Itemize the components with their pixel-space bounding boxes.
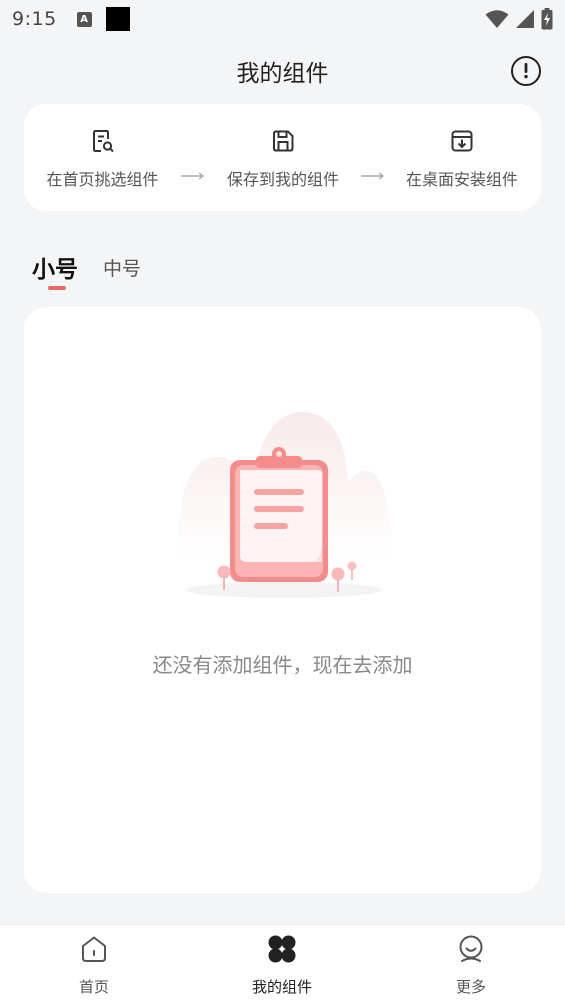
bottom-nav: 首页 我的组件 更多: [0, 924, 565, 1004]
save-icon: [273, 130, 294, 152]
step-label: 在桌面安装组件: [405, 170, 518, 189]
widgets-icon: [268, 935, 296, 963]
exclamation-icon: [524, 63, 528, 79]
wifi-icon: [485, 10, 509, 28]
arrow-right-icon: [181, 172, 205, 180]
step-save: 保存到我的组件: [223, 104, 343, 211]
active-tab-indicator: [48, 286, 66, 290]
battery-charging-icon: [541, 8, 553, 30]
status-time: 9:15: [12, 8, 57, 30]
header: 我的组件: [0, 46, 565, 96]
keyboard-a-icon: A: [76, 11, 92, 27]
empty-clipboard-illustration: [177, 412, 392, 598]
nav-item-my-widgets[interactable]: 我的组件: [222, 925, 342, 1004]
info-button[interactable]: [511, 56, 541, 86]
tab-medium[interactable]: 中号: [103, 254, 141, 281]
nav-label: 我的组件: [251, 978, 312, 996]
step-pick: 在首页挑选组件: [44, 104, 161, 211]
status-icons: [485, 8, 553, 30]
step-label: 保存到我的组件: [226, 170, 339, 189]
steps-card: 在首页挑选组件 保存到我的组件 在桌面安装组件: [24, 104, 541, 211]
arrow-right-icon: [361, 172, 385, 180]
nav-label: 首页: [78, 978, 109, 996]
install-download-icon: [451, 130, 473, 152]
tab-small[interactable]: 小号: [32, 250, 78, 284]
cellular-signal-icon: [516, 10, 534, 28]
step-label: 在首页挑选组件: [46, 170, 159, 189]
status-bar: 9:15 A: [0, 0, 565, 38]
nav-item-more[interactable]: 更多: [411, 925, 531, 1004]
home-icon: [82, 936, 106, 962]
nav-item-home[interactable]: 首页: [34, 925, 154, 1004]
search-document-icon: [92, 130, 114, 153]
step-install: 在桌面安装组件: [402, 104, 522, 211]
notification-square-icon: [105, 7, 130, 31]
nav-label: 更多: [455, 978, 486, 996]
empty-state-message[interactable]: 还没有添加组件，现在去添加: [24, 649, 541, 678]
page-title: 我的组件: [236, 61, 329, 87]
profile-face-icon: [459, 935, 483, 962]
widget-list-card: 还没有添加组件，现在去添加: [24, 307, 541, 893]
